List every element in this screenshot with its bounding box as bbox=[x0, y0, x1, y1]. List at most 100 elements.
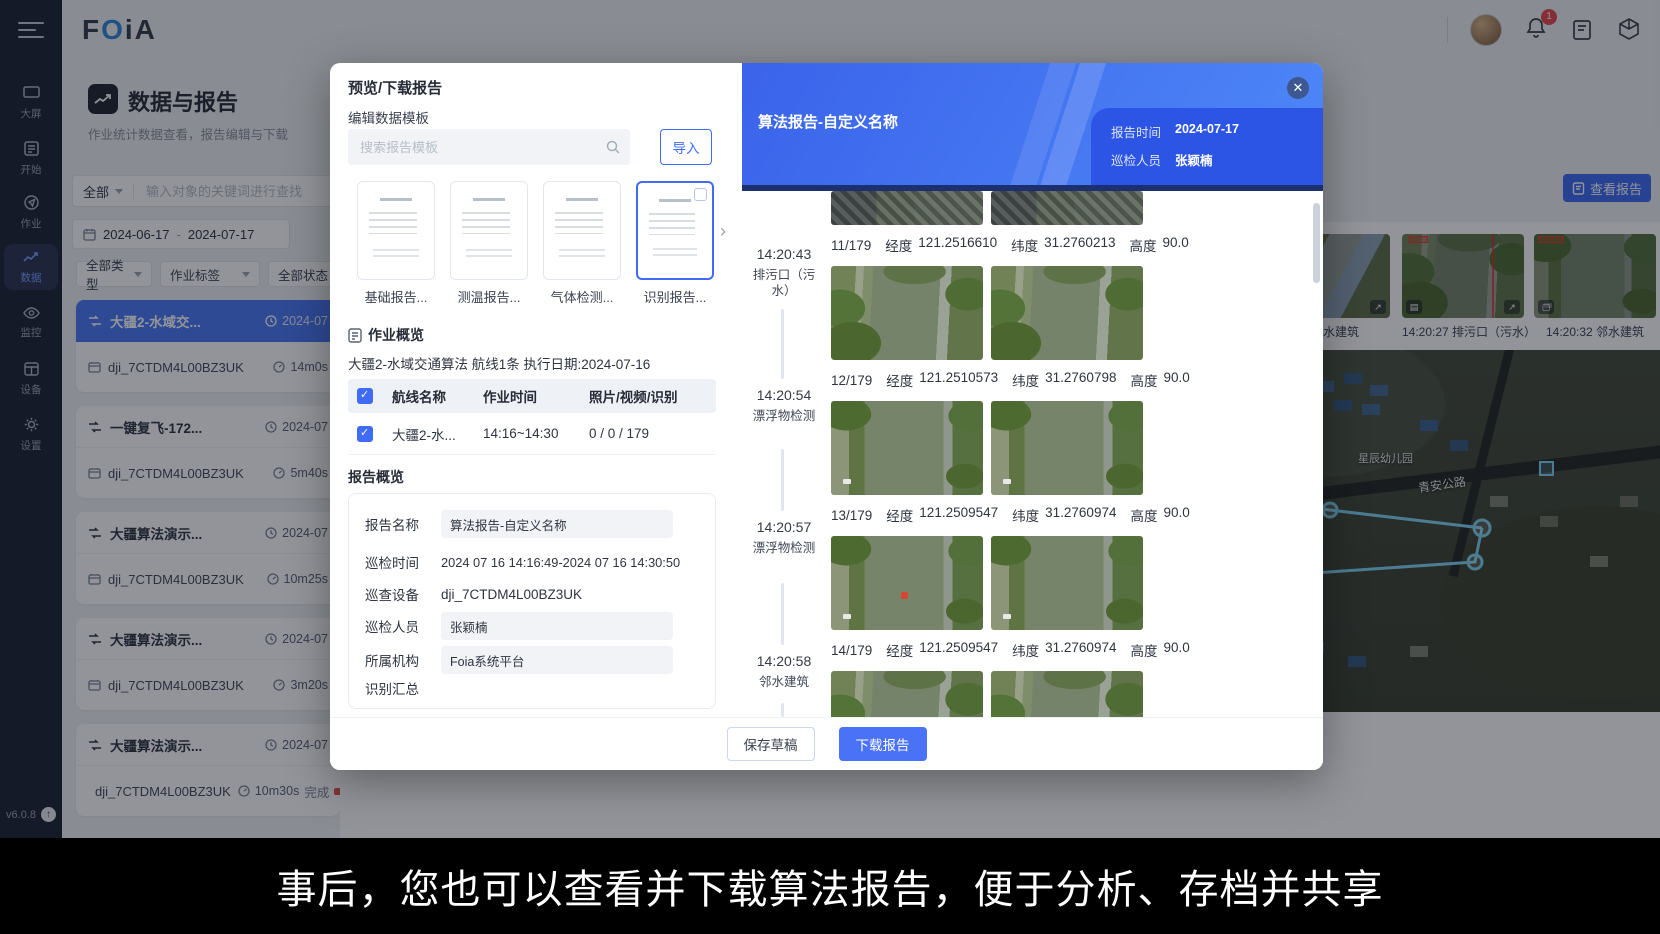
aerial-photo[interactable] bbox=[991, 191, 1143, 225]
template-search-bar bbox=[348, 129, 630, 165]
report-time-value: 2024-07-17 bbox=[1175, 122, 1239, 141]
import-button[interactable]: 导入 bbox=[660, 129, 712, 165]
report-name-input[interactable] bbox=[441, 510, 673, 538]
photo-row bbox=[831, 536, 1153, 630]
search-icon bbox=[606, 140, 620, 154]
template-label: 基础报告... bbox=[357, 287, 435, 306]
close-icon[interactable]: ✕ bbox=[1287, 77, 1309, 99]
doc-preview bbox=[460, 190, 518, 271]
template-search-input[interactable] bbox=[358, 139, 606, 156]
field-label: 报告名称 bbox=[365, 514, 441, 534]
inspect-time-value: 2024 07 16 14:16:49-2024 07 16 14:30:50 bbox=[441, 555, 680, 570]
timeline-rail bbox=[781, 309, 784, 379]
doc-preview bbox=[367, 190, 425, 271]
modal-footer: 保存草稿 下载报告 bbox=[330, 717, 1323, 770]
photo-caption: 12/179 经度121.2510573 纬度31.2760798 高度90.0 bbox=[831, 371, 1153, 389]
report-overview-heading: 报告概览 bbox=[348, 467, 404, 487]
report-form: 报告名称 巡检时间 2024 07 16 14:16:49-2024 07 16… bbox=[348, 493, 716, 709]
photo-caption: 14/179 经度121.2509547 纬度31.2760974 高度90.0 bbox=[831, 641, 1153, 659]
save-draft-button[interactable]: 保存草稿 bbox=[727, 727, 815, 761]
route-table-row[interactable]: 大疆2-水... 14:16~14:30 0 / 0 / 179 bbox=[348, 413, 716, 455]
photo-row bbox=[831, 401, 1153, 495]
photo-row bbox=[831, 266, 1153, 360]
job-overview-summary: 大疆2-水域交通算法 航线1条 执行日期:2024-07-16 bbox=[348, 353, 650, 373]
template-card-thermal[interactable] bbox=[450, 181, 528, 280]
template-label: 气体检测... bbox=[543, 287, 621, 306]
col-route-name: 航线名称 bbox=[373, 386, 483, 406]
report-preview-modal: 预览/下载报告 编辑数据模板 导入 基础报告... 测温报告... 气体检测..… bbox=[330, 63, 1323, 770]
report-preview-scroll[interactable]: 14:20:43 排污口（污水） 14:20:54 漂浮物检测 14:20:57… bbox=[742, 191, 1323, 717]
photo-index: 12/179 bbox=[831, 373, 872, 388]
field-label: 巡检人员 bbox=[365, 616, 441, 636]
subtitle-text: 事后，您也可以查看并下载算法报告，便于分析、存档并共享 bbox=[277, 857, 1384, 915]
template-label: 识别报告... bbox=[636, 287, 714, 306]
inspect-device-value: dji_7CTDM4L00BZ3UK bbox=[441, 587, 582, 602]
media-counts: 0 / 0 / 179 bbox=[589, 426, 716, 441]
route-table: 航线名称 作业时间 照片/视频/识别 大疆2-水... 14:16~14:30 … bbox=[348, 379, 716, 455]
report-header-info: 报告时间 2024-07-17 巡检人员张颖楠 bbox=[1091, 108, 1323, 185]
overview-doc-icon bbox=[348, 328, 362, 343]
field-recognition-summary: 识别汇总 bbox=[365, 678, 441, 698]
work-time: 14:16~14:30 bbox=[483, 426, 589, 441]
organization-input[interactable] bbox=[441, 646, 673, 674]
aerial-photo[interactable] bbox=[991, 266, 1143, 360]
timeline-entry: 14:20:57 漂浮物检测 bbox=[742, 519, 826, 556]
route-name: 大疆2-水... bbox=[373, 424, 483, 444]
field-label: 巡查设备 bbox=[365, 584, 441, 604]
timeline-entry: 14:20:58 邻水建筑 bbox=[742, 653, 826, 690]
report-person-value: 张颖楠 bbox=[1175, 150, 1213, 169]
timeline-entry: 14:20:54 漂浮物检测 bbox=[742, 387, 826, 424]
download-report-button[interactable]: 下载报告 bbox=[839, 727, 927, 761]
aerial-photo[interactable] bbox=[831, 266, 983, 360]
photo-caption: 11/179 经度121.2516610 纬度31.2760213 高度90.0 bbox=[831, 236, 1153, 254]
photo-row bbox=[831, 191, 1153, 225]
row-checkbox[interactable] bbox=[357, 426, 373, 442]
template-card-basic[interactable] bbox=[357, 181, 435, 280]
job-overview-heading: 作业概览 bbox=[348, 325, 424, 345]
photo-index: 13/179 bbox=[831, 508, 872, 523]
doc-preview bbox=[647, 191, 703, 270]
aerial-photo[interactable] bbox=[831, 191, 983, 225]
aerial-photo[interactable] bbox=[991, 401, 1143, 495]
field-label: 识别汇总 bbox=[365, 678, 441, 698]
timeline-rail bbox=[781, 583, 784, 645]
template-card-recognition[interactable] bbox=[636, 181, 714, 280]
doc-preview bbox=[553, 190, 611, 271]
modal-subtitle: 编辑数据模板 bbox=[348, 107, 429, 127]
app-root: 大屏 开始 作业 数据 监控 设备 设置 v6.0.8 ↑ bbox=[0, 0, 1660, 934]
field-organization: 所属机构 bbox=[365, 646, 673, 674]
report-time-label: 报告时间 bbox=[1111, 122, 1161, 141]
field-inspector: 巡检人员 bbox=[365, 612, 673, 640]
inspector-input[interactable] bbox=[441, 612, 673, 640]
video-subtitle-bar: 事后，您也可以查看并下载算法报告，便于分析、存档并共享 bbox=[0, 838, 1660, 934]
modal-title: 预览/下载报告 bbox=[348, 77, 442, 98]
photo-caption: 13/179 经度121.2509547 纬度31.2760974 高度90.0 bbox=[831, 506, 1153, 524]
col-media-counts: 照片/视频/识别 bbox=[589, 386, 716, 406]
select-all-checkbox[interactable] bbox=[357, 388, 373, 404]
timeline-rail bbox=[781, 703, 784, 717]
photo-index: 11/179 bbox=[831, 238, 871, 253]
route-table-header: 航线名称 作业时间 照片/视频/识别 bbox=[348, 379, 716, 413]
aerial-photo[interactable] bbox=[831, 671, 983, 717]
aerial-photo[interactable] bbox=[991, 671, 1143, 717]
field-report-name: 报告名称 bbox=[365, 510, 673, 538]
timeline-entry: 14:20:43 排污口（污水） bbox=[742, 246, 826, 300]
field-inspect-time: 巡检时间 2024 07 16 14:16:49-2024 07 16 14:3… bbox=[365, 552, 680, 572]
photo-index: 14/179 bbox=[831, 643, 872, 658]
template-card-gas[interactable] bbox=[543, 181, 621, 280]
templates-scroll-right[interactable]: › bbox=[720, 221, 726, 242]
report-person-label: 巡检人员 bbox=[1111, 150, 1161, 169]
report-title: 算法报告-自定义名称 bbox=[758, 111, 898, 132]
field-label: 巡检时间 bbox=[365, 552, 441, 572]
col-work-time: 作业时间 bbox=[483, 386, 589, 406]
scrollbar[interactable] bbox=[1313, 203, 1320, 283]
aerial-photo[interactable] bbox=[831, 536, 983, 630]
aerial-photo[interactable] bbox=[991, 536, 1143, 630]
aerial-photo[interactable] bbox=[831, 401, 983, 495]
field-inspect-device: 巡查设备 dji_7CTDM4L00BZ3UK bbox=[365, 584, 582, 604]
photo-grid: 11/179 经度121.2516610 纬度31.2760213 高度90.0… bbox=[831, 191, 1153, 717]
timeline-rail bbox=[781, 449, 784, 511]
field-label: 所属机构 bbox=[365, 650, 441, 670]
photo-row bbox=[831, 671, 1153, 717]
template-label: 测温报告... bbox=[450, 287, 528, 306]
